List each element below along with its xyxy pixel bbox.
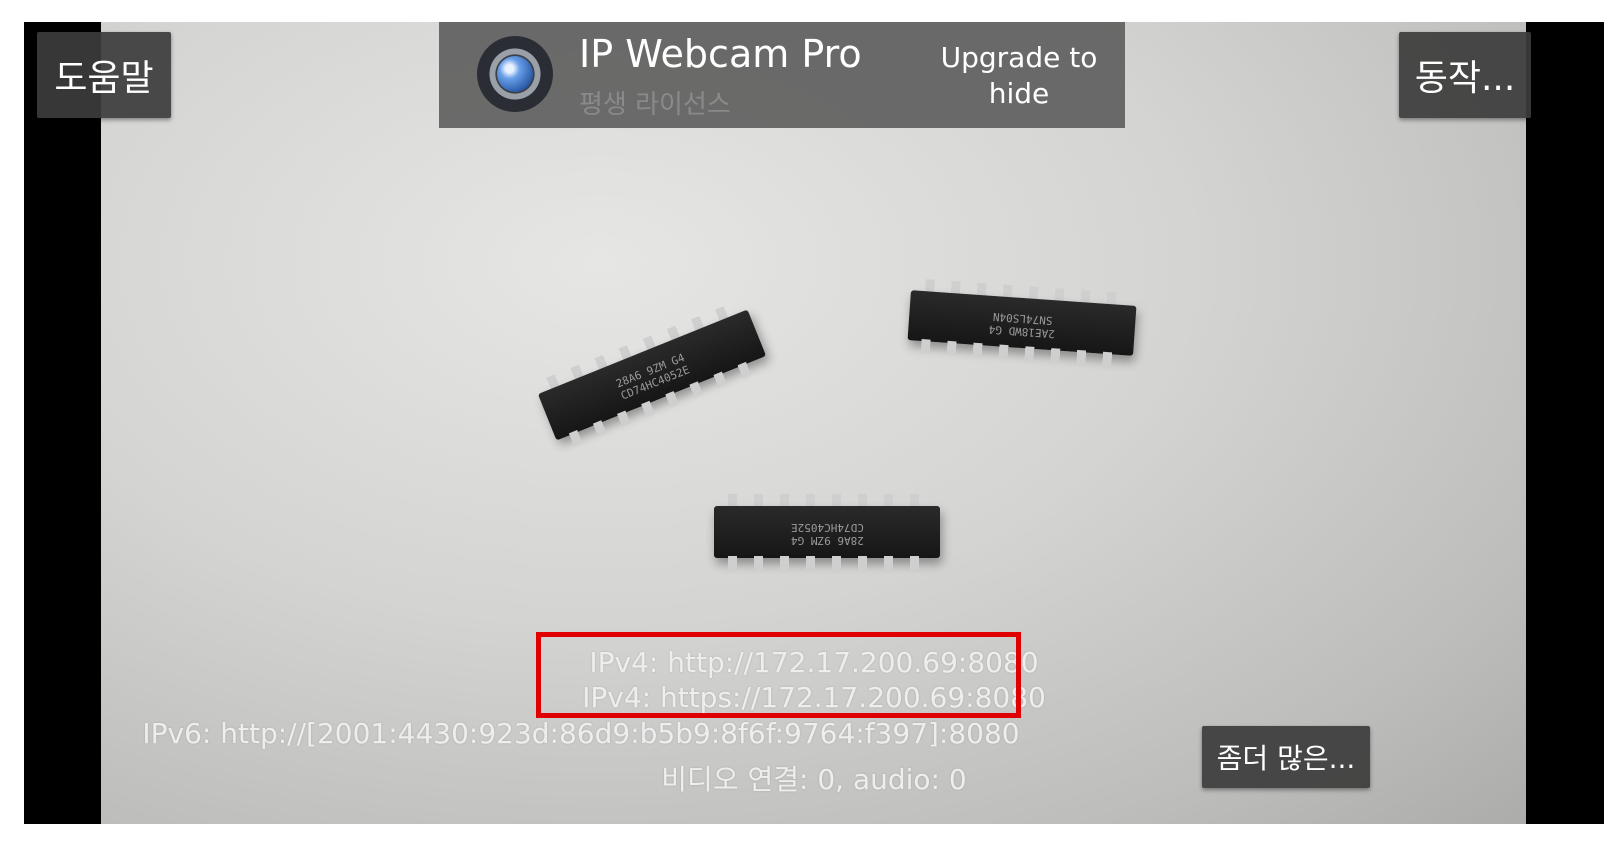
upgrade-line-2: hide	[988, 77, 1050, 110]
actions-button[interactable]: 동작...	[1399, 32, 1531, 118]
highlight-box	[536, 632, 1021, 718]
ic-chip: 2AE18WD G4 SN74LS04N	[907, 276, 1138, 370]
more-button[interactable]: 좀더 많은...	[1202, 726, 1370, 788]
phone-screen: 28A6 9ZM G4 CD74HC4052E 2AE18WD G4 SN74LS0…	[24, 22, 1604, 824]
ic-chip: 28A6 9ZM G4 CD74HC4052E	[714, 492, 940, 572]
webcam-logo-icon	[477, 36, 553, 112]
ipv6-http-url: IPv6: http://[2001:4430:923d:86d9:b5b9:8…	[142, 717, 1020, 750]
app-title: IP Webcam Pro	[579, 32, 862, 76]
chip-marking: 28A6 9ZM G4 CD74HC4052E	[790, 521, 864, 547]
upgrade-line-1: Upgrade to	[940, 41, 1098, 74]
app-banner: IP Webcam Pro 평생 라이선스 Upgrade to hide	[439, 22, 1125, 128]
ic-chip: 28A6 9ZM G4 CD74HC4052E	[533, 297, 772, 454]
license-label: 평생 라이선스	[579, 90, 731, 120]
upgrade-button[interactable]: Upgrade to hide	[919, 40, 1119, 112]
help-button[interactable]: 도움말	[37, 32, 171, 118]
